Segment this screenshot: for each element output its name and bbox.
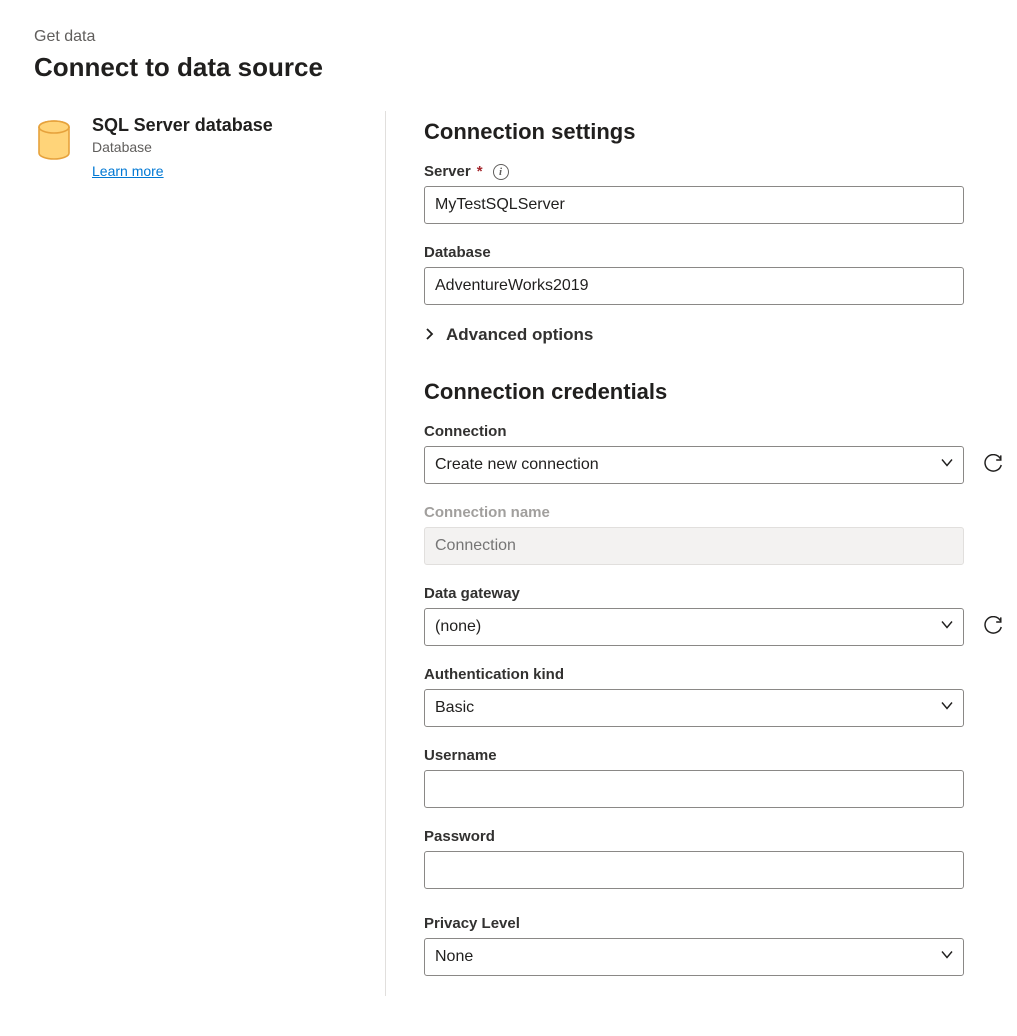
- privacy-level-label: Privacy Level: [424, 915, 1004, 932]
- server-input[interactable]: [424, 186, 964, 224]
- database-input[interactable]: [424, 267, 964, 305]
- refresh-gateway-button[interactable]: [982, 616, 1004, 638]
- connection-name-label: Connection name: [424, 504, 1004, 521]
- database-label: Database: [424, 244, 1004, 261]
- refresh-icon: [982, 454, 1004, 476]
- page-title: Connect to data source: [34, 52, 983, 83]
- refresh-connection-button[interactable]: [982, 454, 1004, 476]
- username-label: Username: [424, 747, 1004, 764]
- advanced-options-expander[interactable]: Advanced options: [424, 325, 1004, 345]
- learn-more-link[interactable]: Learn more: [92, 163, 164, 179]
- connection-label: Connection: [424, 423, 1004, 440]
- password-label: Password: [424, 828, 1004, 845]
- chevron-right-icon: [424, 325, 436, 345]
- info-icon[interactable]: i: [493, 164, 509, 180]
- connection-select[interactable]: [424, 446, 964, 484]
- gateway-select[interactable]: [424, 608, 964, 646]
- auth-kind-select[interactable]: [424, 689, 964, 727]
- server-label: Server * i: [424, 163, 1004, 180]
- password-input[interactable]: [424, 851, 964, 889]
- database-icon: [34, 115, 74, 163]
- connection-settings-heading: Connection settings: [424, 119, 1004, 145]
- privacy-level-select[interactable]: [424, 938, 964, 976]
- connection-name-input: [424, 527, 964, 565]
- connection-credentials-heading: Connection credentials: [424, 379, 1004, 405]
- breadcrumb: Get data: [34, 28, 983, 46]
- auth-kind-label: Authentication kind: [424, 666, 1004, 683]
- username-input[interactable]: [424, 770, 964, 808]
- source-subtitle: Database: [92, 139, 273, 155]
- required-asterisk: *: [477, 163, 483, 180]
- refresh-icon: [982, 616, 1004, 638]
- gateway-label: Data gateway: [424, 585, 1004, 602]
- source-title: SQL Server database: [92, 115, 273, 136]
- advanced-options-label: Advanced options: [446, 325, 593, 345]
